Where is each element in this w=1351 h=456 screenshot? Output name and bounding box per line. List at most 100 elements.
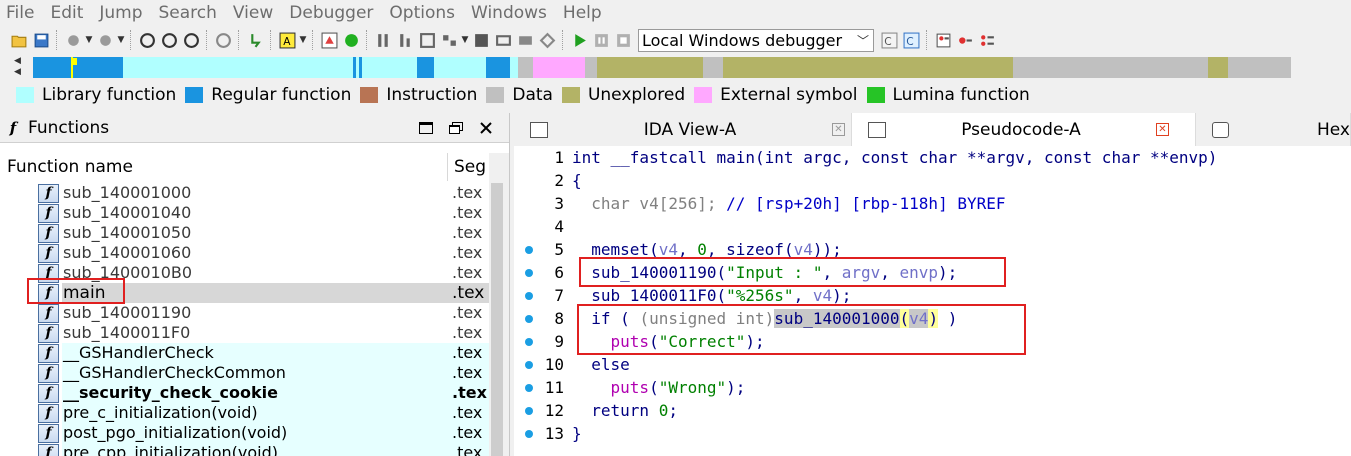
jump-arrow-icon[interactable] bbox=[245, 30, 265, 50]
code-text[interactable]: memset(v4, 0, sizeof(v4)); bbox=[572, 240, 841, 259]
tab-close-icon[interactable]: ✕ bbox=[832, 123, 845, 136]
nav-segment[interactable] bbox=[703, 57, 723, 78]
code-line[interactable]: 5 memset(v4, 0, sizeof(v4)); bbox=[514, 238, 1351, 261]
function-name[interactable]: sub_140001000 bbox=[62, 183, 448, 203]
function-name[interactable]: sub_1400010B0 bbox=[62, 263, 448, 283]
function-name[interactable]: post_pgo_initialization(void) bbox=[62, 423, 448, 443]
stop-icon[interactable] bbox=[613, 30, 633, 50]
navigation-bar[interactable] bbox=[33, 57, 1351, 78]
function-row[interactable]: f sub_140001060 .tex bbox=[0, 243, 489, 263]
code-line[interactable]: 4 bbox=[514, 215, 1351, 238]
breakpoint-dot-icon[interactable] bbox=[525, 246, 533, 254]
menu-help[interactable]: Help bbox=[555, 0, 610, 26]
menu-debugger[interactable]: Debugger bbox=[281, 0, 381, 26]
tab-pseudocode[interactable]: Pseudocode-A ✕ bbox=[852, 113, 1196, 146]
back-caret-icon[interactable]: ▼ bbox=[84, 30, 94, 50]
code-text[interactable]: if ( (unsigned int)sub_140001000(v4) ) bbox=[572, 309, 957, 328]
breakpoint-list-icon[interactable] bbox=[933, 30, 953, 50]
segment-icon-3[interactable] bbox=[417, 30, 437, 50]
nav-segment[interactable] bbox=[518, 57, 533, 78]
segment-icon-1[interactable] bbox=[373, 30, 393, 50]
breakpoint-dot-icon[interactable] bbox=[525, 384, 533, 392]
breakpoint-dot-icon[interactable] bbox=[525, 430, 533, 438]
breakpoint-group-icon[interactable] bbox=[977, 30, 997, 50]
save-icon[interactable] bbox=[31, 30, 51, 50]
back-icon[interactable] bbox=[63, 30, 83, 50]
code-line[interactable]: 12 return 0; bbox=[514, 399, 1351, 422]
function-name[interactable]: pre_c_initialization(void) bbox=[62, 403, 448, 423]
enum-icon[interactable] bbox=[493, 30, 513, 50]
function-row[interactable]: f __GSHandlerCheck .tex bbox=[0, 343, 489, 363]
function-row[interactable]: f sub_140001040 .tex bbox=[0, 203, 489, 223]
breakpoint-dot-icon[interactable] bbox=[525, 269, 533, 277]
nav-segment[interactable] bbox=[597, 57, 703, 78]
tab-hex-view[interactable]: Hex bbox=[1196, 113, 1351, 146]
function-row[interactable]: f sub_140001000 .tex bbox=[0, 183, 489, 203]
status-green-icon[interactable] bbox=[341, 30, 361, 50]
graph-icon[interactable] bbox=[319, 30, 339, 50]
code-text[interactable]: } bbox=[572, 424, 582, 443]
function-row[interactable]: f __security_check_cookie .tex bbox=[0, 383, 489, 403]
function-row[interactable]: f post_pgo_initialization(void) .tex bbox=[0, 423, 489, 443]
close-icon[interactable] bbox=[471, 118, 501, 138]
code-line[interactable]: 11 puts("Wrong"); bbox=[514, 376, 1351, 399]
code-text[interactable]: return 0; bbox=[572, 401, 678, 420]
nav-segment[interactable] bbox=[73, 57, 123, 78]
nav-segment[interactable] bbox=[33, 57, 71, 78]
nav-segment[interactable] bbox=[362, 57, 417, 78]
function-name[interactable]: __GSHandlerCheckCommon bbox=[62, 363, 448, 383]
function-name[interactable]: __GSHandlerCheck bbox=[62, 343, 448, 363]
find-icon[interactable] bbox=[213, 30, 233, 50]
tab-ida-view[interactable]: IDA View-A ✕ bbox=[514, 113, 852, 146]
code-text[interactable]: sub_1400011F0("%256s", v4); bbox=[572, 286, 851, 305]
function-row[interactable]: f sub_1400011F0 .tex bbox=[0, 323, 489, 343]
immediate-search-icon[interactable] bbox=[181, 30, 201, 50]
breakpoint-dot-icon[interactable] bbox=[525, 407, 533, 415]
code-text[interactable]: puts("Wrong"); bbox=[572, 378, 746, 397]
code-text[interactable]: else bbox=[572, 355, 630, 374]
code-line[interactable]: 8 if ( (unsigned int)sub_140001000(v4) ) bbox=[514, 307, 1351, 330]
debug-options-icon[interactable]: C bbox=[879, 30, 899, 50]
text-mode-icon[interactable]: A bbox=[277, 30, 297, 50]
nav-arrows-icon[interactable]: ◀ ◀ bbox=[14, 56, 26, 80]
forward-caret-icon[interactable]: ▼ bbox=[116, 30, 126, 50]
menu-view[interactable]: View bbox=[225, 0, 281, 26]
nav-segment[interactable] bbox=[1228, 57, 1291, 78]
tab-close-icon[interactable]: ✕ bbox=[1156, 123, 1169, 136]
breakpoint-dot-icon[interactable] bbox=[525, 292, 533, 300]
code-line[interactable]: 2 { bbox=[514, 169, 1351, 192]
chevron-down-icon[interactable]: ﹀ bbox=[857, 32, 869, 49]
function-row[interactable]: f sub_140001190 .tex bbox=[0, 303, 489, 323]
functions-scrollbar[interactable] bbox=[489, 153, 509, 456]
nav-segment[interactable] bbox=[123, 57, 353, 78]
menu-search[interactable]: Search bbox=[151, 0, 225, 26]
segment-icon-4[interactable] bbox=[439, 30, 459, 50]
breakpoint-dot-icon[interactable] bbox=[525, 315, 533, 323]
function-row[interactable]: f pre_cpp_initialization(void) .tex bbox=[0, 443, 489, 456]
add-breakpoint-icon[interactable] bbox=[955, 30, 975, 50]
segment-caret-icon[interactable]: ▼ bbox=[460, 30, 470, 50]
patch-icon[interactable] bbox=[515, 30, 535, 50]
restore-icon[interactable] bbox=[441, 118, 471, 138]
struct-icon[interactable] bbox=[471, 30, 491, 50]
column-header-function-name[interactable]: Function name bbox=[0, 153, 448, 181]
navigation-band[interactable]: ◀ ◀ bbox=[0, 54, 1351, 82]
code-text[interactable]: char v4[256]; // [rsp+20h] [rbp-118h] BY… bbox=[572, 194, 1005, 213]
pseudocode-view[interactable]: 1 int __fastcall main(int argc, const ch… bbox=[514, 146, 1351, 456]
column-header-segment[interactable]: Seg bbox=[448, 153, 486, 181]
open-icon[interactable] bbox=[9, 30, 29, 50]
segment-icon-2[interactable] bbox=[395, 30, 415, 50]
code-text[interactable]: int __fastcall main(int argc, const char… bbox=[572, 148, 1217, 167]
menu-jump[interactable]: Jump bbox=[91, 0, 150, 26]
function-name[interactable]: sub_140001040 bbox=[62, 203, 448, 223]
menu-edit[interactable]: Edit bbox=[42, 0, 91, 26]
function-row[interactable]: f main .tex bbox=[0, 283, 489, 303]
function-row[interactable]: f pre_c_initialization(void) .tex bbox=[0, 403, 489, 423]
pause-icon[interactable] bbox=[591, 30, 611, 50]
breakpoint-dot-icon[interactable] bbox=[525, 338, 533, 346]
scrollbar-thumb[interactable] bbox=[491, 183, 503, 456]
function-row[interactable]: f sub_1400010B0 .tex bbox=[0, 263, 489, 283]
nav-segment[interactable] bbox=[486, 57, 510, 78]
breakpoint-dot-icon[interactable] bbox=[525, 361, 533, 369]
nav-segment[interactable] bbox=[417, 57, 434, 78]
